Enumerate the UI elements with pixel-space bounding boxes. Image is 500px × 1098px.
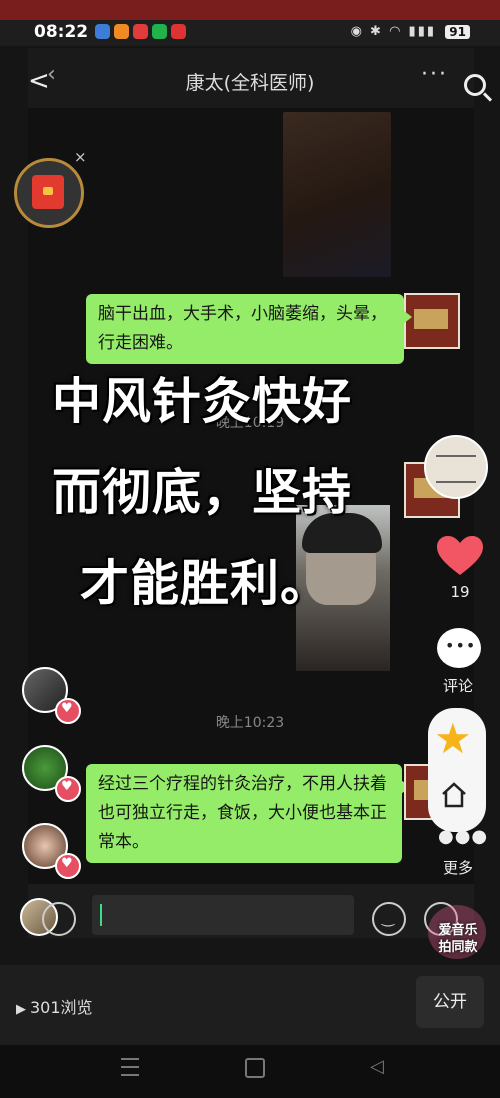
red-packet-icon[interactable] bbox=[14, 158, 84, 228]
more-options-icon[interactable]: ··· bbox=[421, 62, 448, 87]
search-icon[interactable] bbox=[464, 74, 486, 96]
nav-home-icon[interactable] bbox=[245, 1058, 265, 1078]
star-icon[interactable]: ★ bbox=[434, 716, 472, 762]
view-count: ▶ 301浏览 bbox=[16, 998, 93, 1017]
app-notification-icon bbox=[152, 24, 167, 39]
video-thumbnail[interactable] bbox=[283, 112, 391, 277]
notification-icons bbox=[95, 24, 186, 39]
recent-apps-icon[interactable] bbox=[121, 1058, 139, 1076]
sender-avatar[interactable] bbox=[404, 293, 460, 349]
app-notification-icon bbox=[95, 24, 110, 39]
app-notification-icon bbox=[171, 24, 186, 39]
chat-bubble: 脑干出血，大手术，小脑萎缩，头晕，行走困难。 bbox=[86, 294, 412, 364]
emoji-icon[interactable] bbox=[372, 902, 406, 936]
comment-label: 评论 bbox=[442, 677, 473, 695]
play-icon: ▶ bbox=[16, 1002, 26, 1017]
message-input[interactable] bbox=[92, 895, 354, 935]
system-status-icons: ◉ ✱ ◠ ▮▮▮ bbox=[350, 24, 436, 39]
nav-back-icon[interactable]: ◁ bbox=[370, 1056, 384, 1077]
heart-badge-icon bbox=[55, 776, 81, 802]
app-notification-icon bbox=[114, 24, 129, 39]
more-label: 更多 bbox=[442, 859, 473, 877]
music-badge-label[interactable]: 爱音乐 拍同款 bbox=[426, 922, 490, 956]
chat-bubble: 经过三个疗程的针灸治疗，不用人扶着也可独立行走，食饭，大小便也基本正常本。 bbox=[86, 764, 410, 863]
heart-badge-icon bbox=[55, 853, 81, 879]
public-button[interactable]: 公开 bbox=[416, 976, 484, 1028]
app-notification-icon bbox=[133, 24, 148, 39]
author-avatar[interactable] bbox=[424, 435, 488, 499]
close-icon[interactable]: × bbox=[74, 148, 87, 166]
status-time: 08:22 bbox=[34, 22, 89, 42]
more-dots-icon[interactable]: ●●● bbox=[438, 826, 488, 847]
caption-line: 而彻底，坚持 bbox=[52, 464, 353, 521]
battery-indicator: 91 bbox=[445, 25, 470, 39]
heart-badge-icon bbox=[55, 698, 81, 724]
caption-line: 中风针灸快好 bbox=[52, 373, 353, 430]
caption-line: 才能胜利。 bbox=[80, 555, 331, 612]
voice-icon[interactable] bbox=[42, 902, 76, 936]
like-count: 19 bbox=[450, 583, 470, 601]
home-icon[interactable] bbox=[439, 780, 469, 810]
heart-icon[interactable] bbox=[436, 535, 484, 577]
comment-icon[interactable] bbox=[437, 628, 481, 668]
